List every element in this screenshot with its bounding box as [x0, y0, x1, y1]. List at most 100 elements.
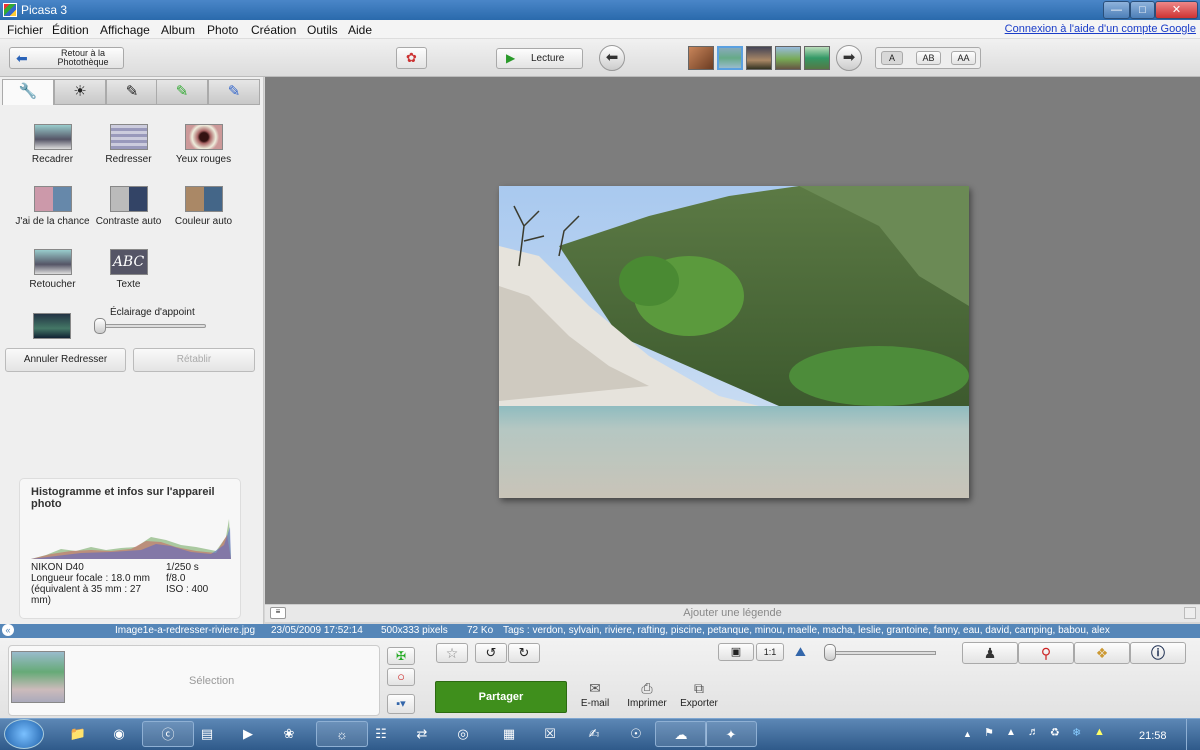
menu-album[interactable]: Album	[161, 23, 195, 37]
filmstrip-thumb-3[interactable]	[746, 46, 772, 70]
menu-outils[interactable]: Outils	[307, 23, 338, 37]
crop-icon	[33, 124, 72, 150]
upload-web-icon[interactable]: ✿	[396, 47, 427, 69]
email-button[interactable]: ✉ E-mail	[580, 680, 610, 709]
next-photo-icon[interactable]: ➡	[836, 45, 862, 71]
im-feeling-lucky-tool[interactable]: J'ai de la chance	[15, 186, 90, 227]
tab-tuning[interactable]: ☀	[54, 79, 106, 105]
app-icon-6[interactable]: ❀	[275, 721, 303, 747]
show-hidden-icons[interactable]: ▲	[963, 729, 972, 739]
tab-more-effects[interactable]: ✎	[156, 79, 208, 105]
share-button[interactable]: Partager	[435, 681, 567, 713]
menu-affichage[interactable]: Affichage	[100, 23, 150, 37]
undo-straighten-button[interactable]: Annuler Redresser	[5, 348, 126, 372]
notepad-icon[interactable]: ☷	[367, 721, 395, 747]
retouch-tool[interactable]: Retoucher	[15, 249, 90, 290]
add-to-album-icon[interactable]: ▪▾	[387, 694, 415, 714]
menu-edition[interactable]: Édition	[52, 23, 89, 37]
crop-tool[interactable]: Recadrer	[15, 124, 90, 165]
bluetooth-icon[interactable]: ❄	[1072, 726, 1081, 739]
usb-device-icon[interactable]: ♻	[1050, 726, 1060, 739]
fill-light-slider-handle[interactable]	[94, 318, 106, 334]
print-button[interactable]: ⎙ Imprimer	[625, 680, 669, 709]
explorer-icon[interactable]: 📁	[64, 721, 92, 747]
previous-photo-icon[interactable]: ⬅	[599, 45, 625, 71]
caption-input[interactable]: Ajouter une légende	[265, 607, 1200, 619]
internet-explorer-icon[interactable]: ⓒ	[142, 721, 194, 747]
red-eye-tool[interactable]: Yeux rouges	[166, 124, 241, 165]
selected-photo-thumb[interactable]	[11, 651, 65, 703]
zoom-actual-size-button[interactable]: 1:1	[756, 643, 784, 661]
show-desktop-button[interactable]	[1186, 719, 1200, 750]
google-help-link[interactable]: Connexion à l'aide d'un compte Google	[1005, 23, 1196, 35]
info-icon[interactable]: ⓘ	[1130, 642, 1186, 664]
zoom-slider[interactable]	[826, 651, 936, 655]
tab-effects[interactable]: ✎	[106, 79, 158, 105]
info-datetime: 23/05/2009 17:52:14	[271, 625, 363, 636]
straighten-tool[interactable]: Redresser	[91, 124, 166, 165]
back-to-library-button[interactable]: ⬅ Retour à la Photothèque	[9, 47, 124, 69]
hold-pin-icon[interactable]: ✠	[387, 647, 415, 665]
tab-basic-fixes[interactable]: 🔧	[2, 79, 54, 105]
volume-icon[interactable]: ♬	[1028, 726, 1039, 738]
filmstrip-thumb-5[interactable]	[804, 46, 830, 70]
histogram-panel: Histogramme et infos sur l'appareil phot…	[19, 478, 241, 619]
network-app-icon[interactable]: ⇄	[408, 721, 436, 747]
chrome-icon[interactable]: ◎	[449, 721, 477, 747]
app-icon-14[interactable]: ☉	[622, 721, 650, 747]
export-button[interactable]: ⧉ Exporter	[678, 680, 720, 709]
filmstrip-thumb-4[interactable]	[775, 46, 801, 70]
rotate-left-icon[interactable]: ↺	[475, 643, 507, 663]
menu-fichier[interactable]: Fichier	[7, 23, 43, 37]
app-icon-7[interactable]: ☼	[316, 721, 368, 747]
zoom-slider-handle[interactable]	[824, 644, 836, 661]
rotate-right-icon[interactable]: ↻	[508, 643, 540, 663]
caption-mode-a[interactable]: A	[881, 51, 903, 65]
fill-light-label: Éclairage d'appoint	[110, 307, 195, 318]
firefox-icon[interactable]: ◉	[105, 721, 133, 747]
system-clock[interactable]: 21:58	[1139, 730, 1167, 742]
map-pin-icon[interactable]: ⚲	[1018, 642, 1074, 664]
auto-contrast-tool[interactable]: Contraste auto	[91, 186, 166, 227]
collapse-icon[interactable]: «	[2, 624, 14, 636]
people-icon[interactable]: ♟	[962, 642, 1018, 664]
caption-mode-ab[interactable]: AB	[916, 51, 941, 65]
word-icon[interactable]: ✍	[580, 721, 608, 747]
maximize-button[interactable]: □	[1130, 1, 1155, 19]
picasa-taskbar-icon[interactable]: ✦	[705, 721, 757, 747]
menu-creation[interactable]: Création	[251, 23, 296, 37]
tag-icon[interactable]: ❖	[1074, 642, 1130, 664]
network-icon[interactable]: ▲	[1006, 727, 1016, 738]
close-button[interactable]: ✕	[1155, 1, 1198, 19]
email-label: E-mail	[580, 698, 610, 709]
menu-photo[interactable]: Photo	[207, 23, 238, 37]
auto-color-label: Couleur auto	[174, 216, 233, 227]
auto-color-tool[interactable]: Couleur auto	[166, 186, 241, 227]
minimize-button[interactable]: —	[1103, 1, 1130, 19]
text-tool[interactable]: ABC Texte	[91, 249, 166, 290]
play-slideshow-button[interactable]: ▶ Lecture	[496, 48, 583, 69]
monitor-app-icon[interactable]: ▤	[193, 721, 221, 747]
calculator-icon[interactable]: ▦	[495, 721, 523, 747]
edited-photo[interactable]	[499, 186, 969, 498]
caption-end-icon[interactable]	[1184, 607, 1196, 619]
redo-button[interactable]: Rétablir	[133, 348, 255, 372]
clear-selection-icon[interactable]: ○	[387, 668, 415, 686]
filmstrip-thumb-1[interactable]	[688, 46, 714, 70]
media-player-icon[interactable]: ▶	[234, 721, 262, 747]
star-icon[interactable]: ☆	[436, 643, 468, 663]
fill-light-slider[interactable]	[96, 324, 206, 328]
menu-aide[interactable]: Aide	[348, 23, 372, 37]
fit-view-icon[interactable]: ▣	[718, 643, 754, 661]
messenger-icon[interactable]: ☁	[655, 721, 707, 747]
focal-length: Longueur focale : 18.0 mm	[31, 573, 150, 584]
filmstrip-thumb-2-selected[interactable]	[717, 46, 743, 70]
caption-mode-aa[interactable]: AA	[951, 51, 976, 65]
excel-icon[interactable]: ☒	[536, 721, 564, 747]
action-center-icon[interactable]: ⚑	[984, 726, 994, 739]
drive-icon[interactable]: ▲	[1094, 726, 1105, 738]
abc-icon: ABC	[109, 249, 148, 275]
tab-more-effects-2[interactable]: ✎	[208, 79, 260, 105]
start-button[interactable]	[4, 719, 44, 749]
info-filesize: 72 Ko	[467, 625, 494, 636]
